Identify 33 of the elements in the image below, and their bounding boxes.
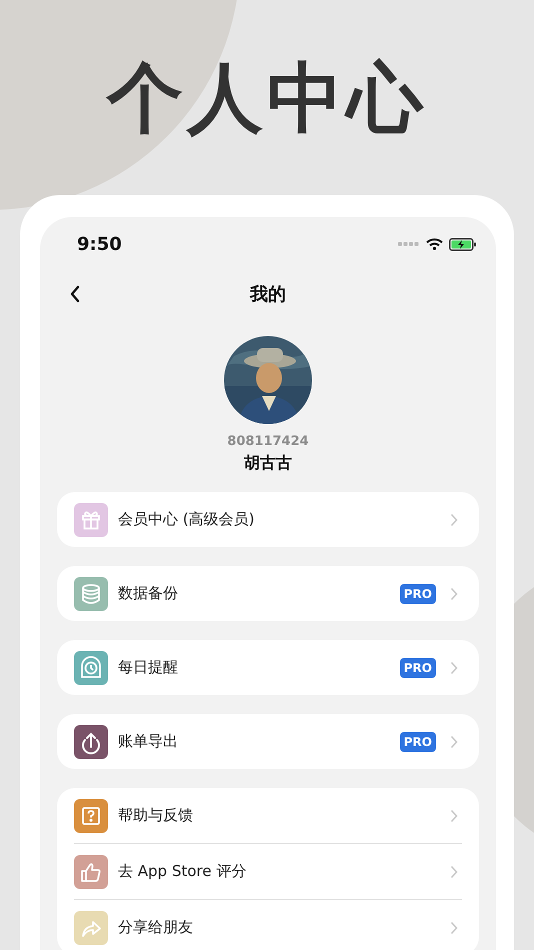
pro-badge: PRO [400, 732, 436, 752]
pro-badge: PRO [400, 584, 436, 604]
menu-label: 每日提醒 [118, 658, 179, 677]
menu-item[interactable]: 数据备份 PRO [74, 566, 462, 621]
wifi-icon [426, 238, 443, 250]
pro-badge: PRO [400, 658, 436, 678]
user-id: 808117424 [227, 434, 309, 449]
menu-label: 帮助与反馈 [118, 806, 194, 825]
menu-item[interactable]: 帮助与反馈 [74, 788, 462, 843]
chevron-icon [450, 660, 458, 674]
chevron-icon [450, 512, 458, 526]
chevron-icon [450, 586, 458, 600]
menu-label: 数据备份 [118, 584, 179, 603]
menu-label: 去 App Store 评分 [118, 862, 248, 881]
menu-item[interactable]: 会员中心 (高级会员) [74, 492, 462, 547]
menu-item[interactable]: 每日提醒 PRO [74, 640, 462, 695]
chevron-icon [450, 734, 458, 748]
menu-label: 账单导出 [118, 732, 179, 751]
nav-title: 我的 [250, 283, 286, 306]
menu-item[interactable]: 分享给朋友 [74, 900, 462, 950]
menu-label: 会员中心 (高级会员) [118, 510, 256, 529]
user-name: 胡古古 [244, 453, 292, 474]
menu-item[interactable]: 账单导出 PRO [74, 714, 462, 769]
page-headline: 个人中心 [107, 60, 427, 144]
battery-icon [449, 238, 477, 250]
chevron-icon [450, 808, 458, 822]
chevron-icon [450, 864, 458, 878]
chevron-icon [450, 920, 458, 934]
back-icon[interactable] [69, 285, 81, 303]
signal-icon [398, 242, 420, 246]
menu-item[interactable]: 去 App Store 评分 [74, 844, 462, 899]
status-time: 9:50 [77, 234, 122, 254]
menu-label: 分享给朋友 [118, 918, 194, 937]
